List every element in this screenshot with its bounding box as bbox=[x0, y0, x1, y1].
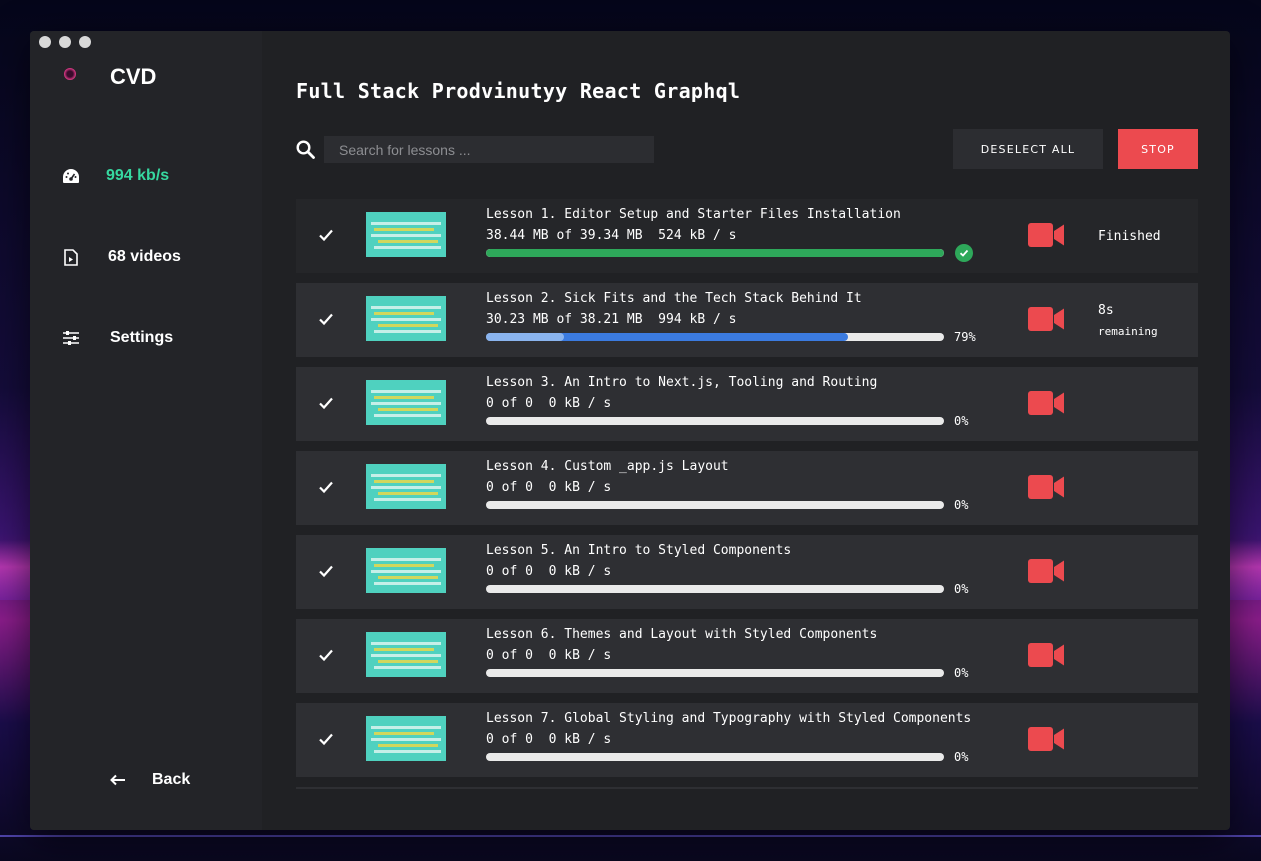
maximize-window-button[interactable] bbox=[79, 36, 91, 48]
stop-button[interactable]: STOP bbox=[1118, 129, 1198, 169]
lesson-title: Lesson 1. Editor Setup and Starter Files… bbox=[486, 207, 901, 222]
lesson-thumbnail bbox=[366, 548, 446, 593]
progress-percent: 0% bbox=[954, 750, 969, 764]
progress-bar bbox=[486, 249, 944, 257]
app-brand: CVD bbox=[110, 64, 157, 89]
progress-bar bbox=[486, 669, 944, 677]
video-camera-icon bbox=[1028, 307, 1064, 336]
video-camera-icon bbox=[1028, 643, 1064, 672]
window-controls bbox=[39, 36, 91, 48]
lesson-row: Lesson 3. An Intro to Next.js, Tooling a… bbox=[296, 367, 1198, 441]
progress-bar bbox=[486, 585, 944, 593]
lesson-thumbnail bbox=[366, 464, 446, 509]
lesson-row: Lesson 4. Custom _app.js Layout 0 of 0 0… bbox=[296, 451, 1198, 525]
lesson-row: Lesson 6. Themes and Layout with Styled … bbox=[296, 619, 1198, 693]
videos-count: 68 videos bbox=[108, 248, 181, 265]
status-text: Finished bbox=[1098, 229, 1161, 244]
lesson-row: Lesson 1. Editor Setup and Starter Files… bbox=[296, 199, 1198, 273]
sidebar-item-speed: 994 kb/s bbox=[60, 165, 169, 187]
lesson-thumbnail bbox=[366, 296, 446, 341]
progress-bar bbox=[486, 333, 944, 341]
lesson-title: Lesson 6. Themes and Layout with Styled … bbox=[486, 627, 878, 642]
checkmark-icon[interactable] bbox=[318, 563, 334, 579]
checkmark-icon[interactable] bbox=[318, 227, 334, 243]
lesson-row: Lesson 2. Sick Fits and the Tech Stack B… bbox=[296, 283, 1198, 357]
speedometer-icon bbox=[60, 165, 82, 187]
remaining-label: remaining bbox=[1098, 325, 1158, 338]
background-line bbox=[0, 835, 1261, 837]
lesson-row: Lesson 7. Global Styling and Typography … bbox=[296, 703, 1198, 777]
sliders-icon bbox=[60, 327, 82, 349]
progress-fill bbox=[486, 249, 944, 257]
close-window-button[interactable] bbox=[39, 36, 51, 48]
video-camera-icon bbox=[1028, 391, 1064, 420]
progress-percent: 0% bbox=[954, 498, 969, 512]
video-file-icon bbox=[60, 246, 82, 268]
progress-bar bbox=[486, 417, 944, 425]
checkmark-icon[interactable] bbox=[318, 479, 334, 495]
checkmark-icon[interactable] bbox=[318, 395, 334, 411]
lesson-stats: 0 of 0 0 kB / s bbox=[486, 396, 612, 411]
progress-percent: 0% bbox=[954, 414, 969, 428]
video-camera-icon bbox=[1028, 559, 1064, 588]
lesson-stats: 0 of 0 0 kB / s bbox=[486, 480, 612, 495]
lesson-thumbnail bbox=[366, 632, 446, 677]
lesson-row: Lesson 5. An Intro to Styled Components … bbox=[296, 535, 1198, 609]
progress-percent: 79% bbox=[954, 330, 976, 344]
page-title: Full Stack Prodvinutyy React Graphql bbox=[296, 79, 741, 103]
main-content: Full Stack Prodvinutyy React Graphql DES… bbox=[296, 31, 1198, 830]
video-camera-icon bbox=[1028, 223, 1064, 252]
remaining-time: 8s bbox=[1098, 303, 1114, 318]
lesson-stats: 0 of 0 0 kB / s bbox=[486, 732, 612, 747]
lesson-list: Lesson 1. Editor Setup and Starter Files… bbox=[296, 199, 1198, 787]
minimize-window-button[interactable] bbox=[59, 36, 71, 48]
settings-label: Settings bbox=[110, 329, 174, 346]
list-divider bbox=[296, 787, 1198, 789]
lesson-stats: 30.23 MB of 38.21 MB 994 kB / s bbox=[486, 312, 737, 327]
arrow-left-icon bbox=[110, 774, 126, 786]
search-icon bbox=[296, 140, 315, 164]
lesson-title: Lesson 2. Sick Fits and the Tech Stack B… bbox=[486, 291, 862, 306]
sidebar: CVD 994 kb/s 68 videos Settings Back bbox=[30, 31, 262, 830]
checkmark-icon[interactable] bbox=[318, 311, 334, 327]
download-speed: 994 kb/s bbox=[106, 167, 170, 184]
lesson-title: Lesson 3. An Intro to Next.js, Tooling a… bbox=[486, 375, 878, 390]
lesson-thumbnail bbox=[366, 716, 446, 761]
deselect-all-button[interactable]: DESELECT ALL bbox=[953, 129, 1103, 169]
progress-percent: 0% bbox=[954, 582, 969, 596]
back-label: Back bbox=[152, 771, 191, 788]
lesson-thumbnail bbox=[366, 380, 446, 425]
progress-bar bbox=[486, 501, 944, 509]
lesson-stats: 38.44 MB of 39.34 MB 524 kB / s bbox=[486, 228, 737, 243]
lesson-title: Lesson 7. Global Styling and Typography … bbox=[486, 711, 972, 726]
progress-buffer bbox=[486, 333, 564, 341]
app-window: CVD 994 kb/s 68 videos Settings Back Ful… bbox=[30, 31, 1230, 830]
lesson-stats: 0 of 0 0 kB / s bbox=[486, 564, 612, 579]
checkmark-icon[interactable] bbox=[318, 731, 334, 747]
lesson-stats: 0 of 0 0 kB / s bbox=[486, 648, 612, 663]
lesson-title: Lesson 4. Custom _app.js Layout bbox=[486, 459, 729, 474]
progress-percent: 0% bbox=[954, 666, 969, 680]
app-logo bbox=[64, 68, 76, 80]
progress-bar bbox=[486, 753, 944, 761]
sidebar-item-settings[interactable]: Settings bbox=[60, 327, 173, 349]
video-camera-icon bbox=[1028, 727, 1064, 756]
sidebar-item-videos: 68 videos bbox=[60, 246, 181, 268]
lesson-thumbnail bbox=[366, 212, 446, 257]
video-camera-icon bbox=[1028, 475, 1064, 504]
lesson-title: Lesson 5. An Intro to Styled Components bbox=[486, 543, 792, 558]
search-input[interactable] bbox=[324, 136, 654, 163]
check-circle-icon bbox=[955, 244, 973, 262]
checkmark-icon[interactable] bbox=[318, 647, 334, 663]
back-button[interactable]: Back bbox=[110, 771, 190, 789]
